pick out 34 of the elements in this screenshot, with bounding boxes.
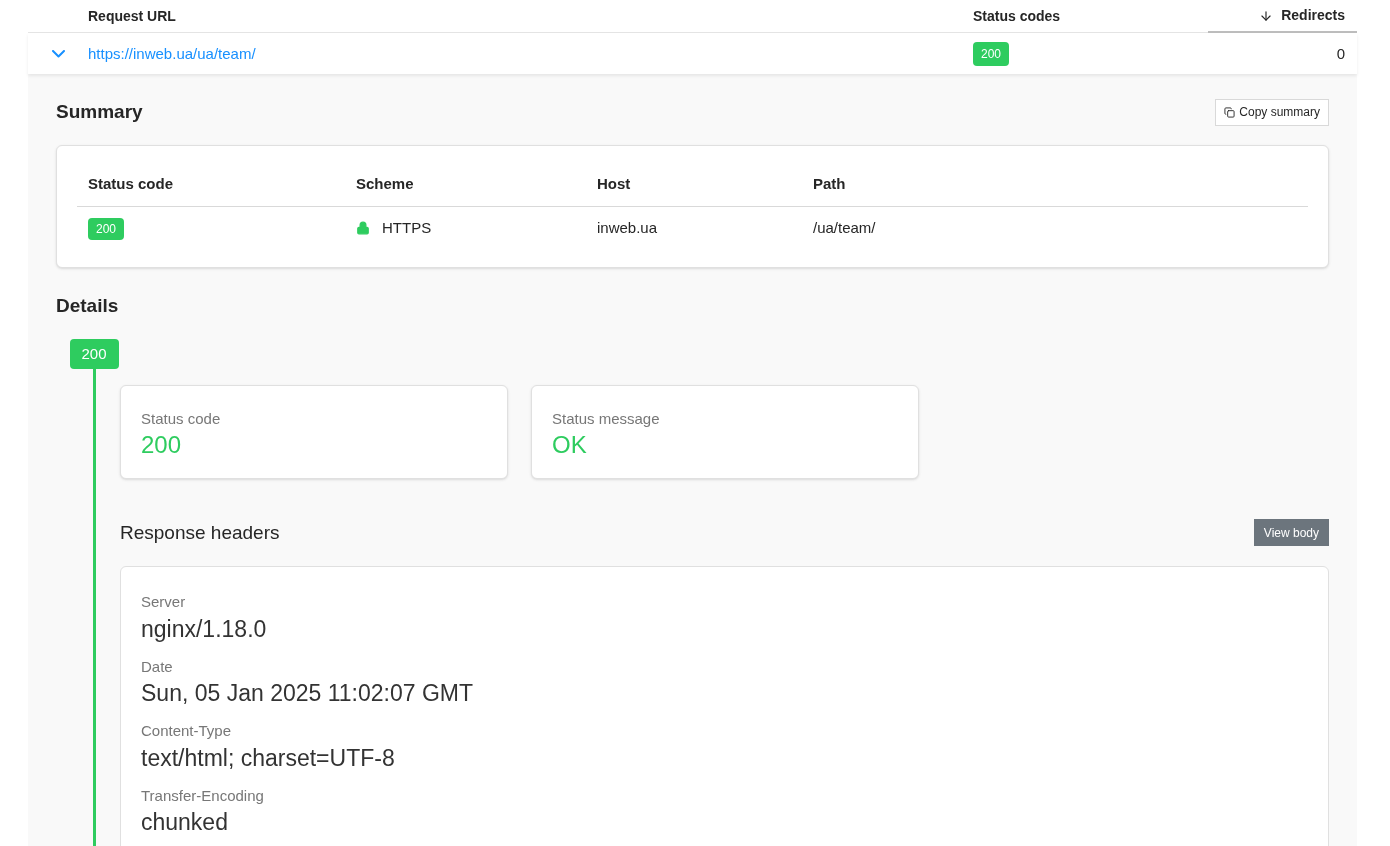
column-header[interactable]: Status codes [973,6,1061,27]
subsection-title: Response headers [120,520,280,545]
scheme-value: HTTPS [382,217,432,238]
column-header: Status code [88,174,174,192]
step-badge: 200 [69,338,119,369]
section-title: Summary [56,100,143,124]
header-value: nginx/1.18.0 [141,614,268,644]
header-name: Date [141,656,174,677]
header-value: chunked [141,808,229,837]
column-header: Host [597,174,631,192]
view-body-button[interactable]: View body [1253,519,1329,547]
column-header: Scheme [356,174,414,192]
stat-value: 200 [141,430,183,460]
stat-label: Status code [141,408,222,429]
section-title: Details [56,295,119,316]
redirects-count: 0 [1336,44,1345,62]
copy-icon [1224,106,1236,118]
header-value: Sun, 05 Jan 2025 11:02:07 GMT [141,679,475,708]
chevron-down-icon [51,49,65,58]
stat-label: Status message [552,408,661,429]
expand-toggle[interactable] [51,49,65,58]
column-header[interactable]: Redirects [1281,5,1345,26]
stat-value: OK [552,430,588,460]
header-name: Server [141,592,187,612]
header-value: text/html; charset=UTF-8 [141,743,396,773]
status-badge: 200 [88,217,125,240]
header-name: Content-Type [141,721,233,741]
header-name: Transfer-Encoding [141,785,265,806]
copy-summary-button[interactable]: Copy summary [1215,98,1329,126]
column-header: Path [813,174,846,192]
path-value: /ua/team/ [813,218,876,236]
status-badge: 200 [973,41,1010,66]
column-header[interactable]: Request URL [88,6,176,27]
host-value: inweb.ua [597,218,658,236]
